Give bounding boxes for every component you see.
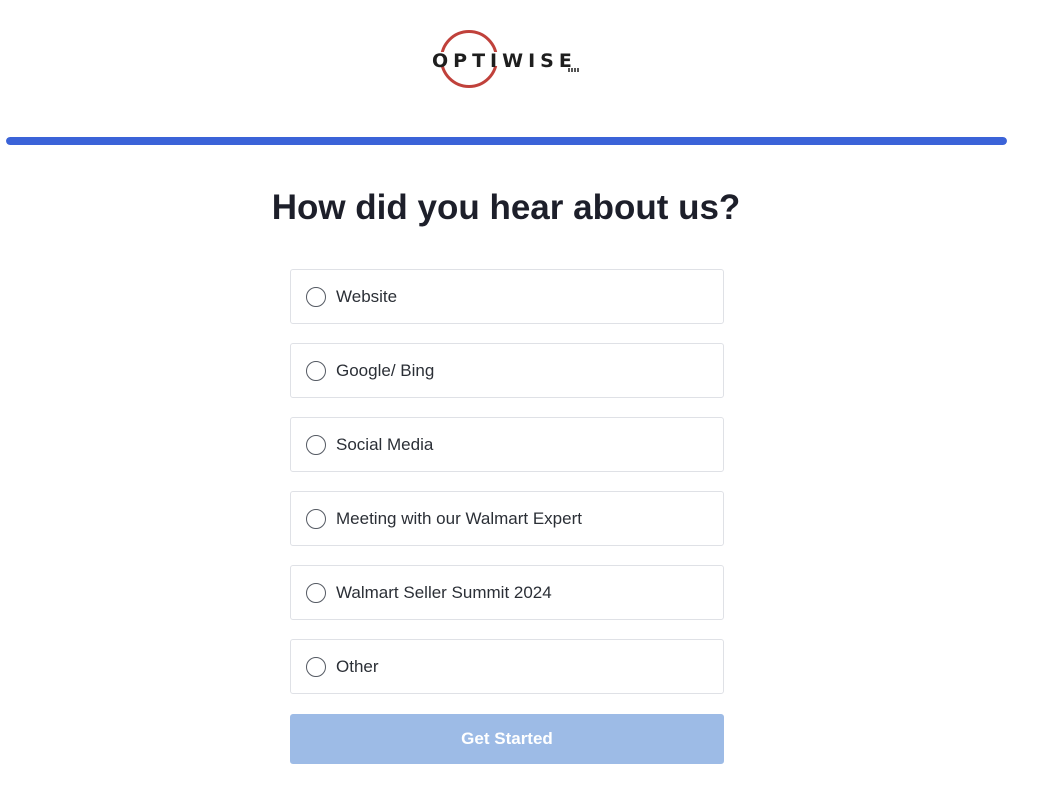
option-label: Other — [336, 656, 379, 676]
radio-button-icon[interactable] — [306, 508, 326, 529]
option-label: Social Media — [336, 434, 434, 454]
option-social-media[interactable]: Social Media — [290, 417, 724, 472]
option-google-bing[interactable]: Google/ Bing — [290, 343, 724, 398]
radio-button-icon[interactable] — [306, 286, 326, 307]
onboarding-page: OPTIWISE How did you hear about us? Webs… — [0, 0, 1046, 810]
answer-options: Website Google/ Bing Social Media Meetin… — [290, 269, 724, 713]
progress-bar-fill — [6, 137, 1007, 145]
option-label: Google/ Bing — [336, 360, 435, 380]
progress-bar — [6, 137, 1007, 145]
option-label: Website — [336, 286, 398, 306]
radio-button-icon[interactable] — [306, 434, 326, 455]
radio-button-icon[interactable] — [306, 582, 326, 603]
option-label: Walmart Seller Summit 2024 — [336, 582, 552, 602]
radio-button-icon[interactable] — [306, 360, 326, 381]
option-website[interactable]: Website — [290, 269, 724, 324]
get-started-button[interactable]: Get Started — [290, 714, 724, 764]
option-walmart-expert-meeting[interactable]: Meeting with our Walmart Expert — [290, 491, 724, 546]
option-other[interactable]: Other — [290, 639, 724, 694]
optiwise-logo: OPTIWISE — [432, 30, 584, 94]
option-label: Meeting with our Walmart Expert — [336, 508, 582, 528]
radio-button-icon[interactable] — [306, 656, 326, 677]
logo-text: OPTIWISE — [432, 50, 577, 72]
logo-mark-icon — [568, 68, 580, 72]
question-title: How did you hear about us? — [271, 188, 741, 227]
option-walmart-seller-summit[interactable]: Walmart Seller Summit 2024 — [290, 565, 724, 620]
